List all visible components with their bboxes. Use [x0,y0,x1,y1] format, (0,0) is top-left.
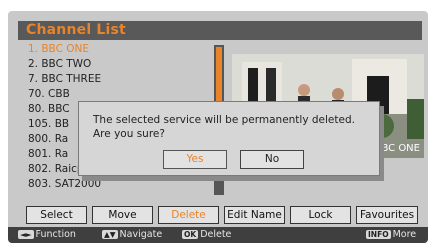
channel-item-bbc-one[interactable]: 1. BBC ONE [28,42,208,57]
delete-button[interactable]: Delete [158,206,219,224]
help-function: ◄► Function [16,229,76,241]
scrollbar-thumb[interactable] [216,47,222,105]
help-function-label: Function [35,229,76,240]
dialog-message: The selected service will be permanently… [93,113,355,141]
edit-name-button[interactable]: Edit Name [224,206,285,224]
page-title: Channel List [26,22,126,38]
channel-list-screen: Channel List 1. BBC ONE 2. BBC TWO 7. BB… [8,11,428,243]
no-button[interactable]: No [240,150,304,169]
favourites-button[interactable]: Favourites [356,206,418,224]
channel-item-bbc-three[interactable]: 7. BBC THREE [28,72,208,87]
preview-channel-label: BBC ONE [374,143,420,154]
help-info-label: More [392,229,417,240]
move-button[interactable]: Move [92,206,153,224]
delete-confirm-dialog: The selected service will be permanently… [78,101,380,176]
dialog-message-line-1: The selected service will be permanently… [93,114,355,126]
channel-item-803[interactable]: 803. SAT2000 [28,177,208,192]
info-key-icon: INFO [366,230,391,239]
dialog-message-line-2: Are you sure? [93,128,165,140]
select-button[interactable]: Select [26,206,87,224]
help-ok: OK Delete [180,229,231,241]
help-info: INFO More [364,229,416,241]
function-bar: Select Move Delete Edit Name Lock Favour… [26,206,426,224]
left-right-keys-icon: ◄► [18,230,34,239]
help-ok-label: Delete [200,229,232,240]
help-bar: ◄► Function ▲▼ Navigate OK Delete INFO More [8,227,428,243]
up-down-keys-icon: ▲▼ [102,230,118,239]
channel-item-bbc-two[interactable]: 2. BBC TWO [28,57,208,72]
channel-item-70[interactable]: 70. CBB [28,87,208,102]
help-navigate: ▲▼ Navigate [100,229,162,241]
yes-button[interactable]: Yes [163,150,227,169]
ok-key-icon: OK [182,230,199,239]
help-navigate-label: Navigate [119,229,163,240]
lock-button[interactable]: Lock [290,206,351,224]
